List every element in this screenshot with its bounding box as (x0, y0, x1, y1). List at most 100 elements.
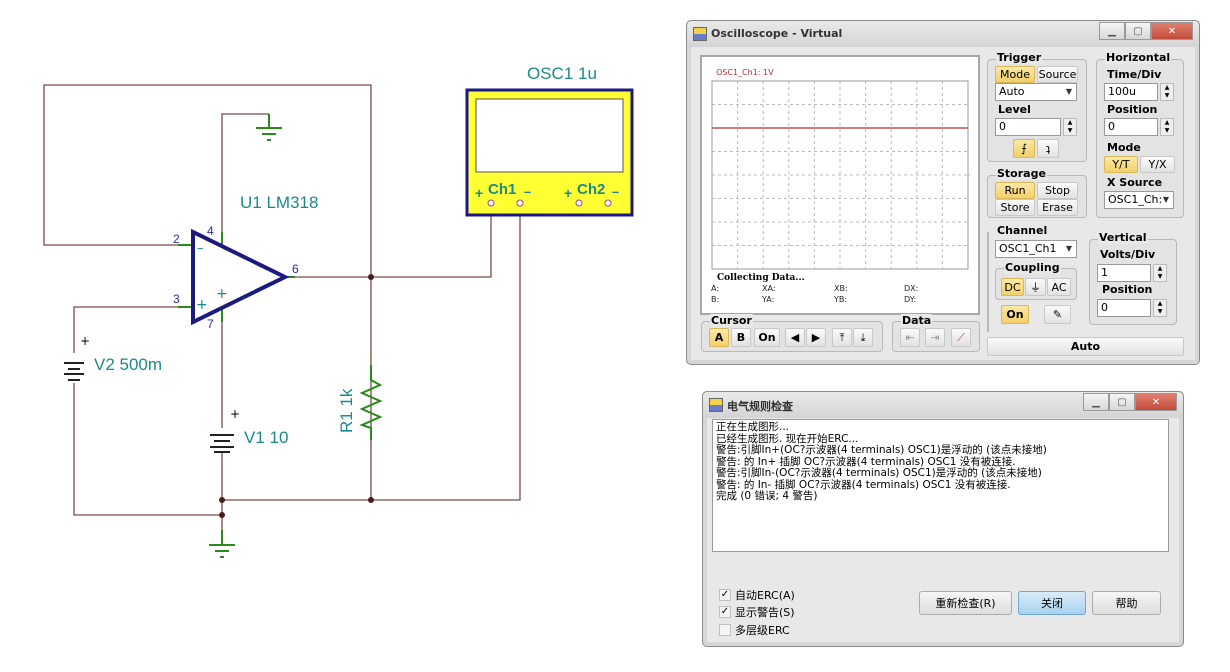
x-source-select[interactable]: OSC1_Ch: (1104, 191, 1174, 209)
yt-button[interactable]: Y/T (1104, 156, 1138, 173)
title-bar[interactable]: Oscilloscope - Virtual ▁ ▢ ✕ (687, 21, 1199, 47)
readout-a: A: (711, 284, 720, 293)
channel-on-button[interactable]: On (1001, 305, 1029, 324)
close-dialog-button[interactable]: 关闭 (1018, 591, 1086, 615)
probe-color-icon[interactable]: ✎ (1044, 305, 1071, 324)
cursor-up-icon[interactable]: ⤒ (832, 328, 852, 347)
channel-caption: OSC1_Ch1: 1V (716, 68, 774, 77)
checkbox-empty[interactable] (719, 624, 731, 636)
export-icon[interactable]: ⇥ (925, 328, 945, 347)
trigger-mode-tab[interactable]: Mode (995, 66, 1035, 83)
ground-coupling-icon[interactable]: ⏚ (1025, 278, 1046, 296)
time-div-input[interactable]: 100u (1104, 83, 1158, 101)
falling-edge-icon[interactable]: ʇ (1037, 139, 1059, 158)
readout-yb: YB: (834, 295, 848, 304)
erc-log[interactable]: 正在生成图形... 已经生成图形. 现在开始ERC... 警告:引脚In+(OC… (712, 419, 1169, 552)
store-button[interactable]: Store (995, 199, 1035, 216)
cursor-right-icon[interactable]: ▶ (806, 328, 826, 347)
checkmark-icon[interactable]: ✓ (719, 606, 731, 618)
ch1-label: Ch1 (488, 181, 516, 198)
ch1-plus: + (475, 185, 483, 201)
r1-label: R1 1k (337, 388, 356, 433)
close-button[interactable]: ✕ (1151, 22, 1193, 40)
auto-button[interactable]: Auto (987, 337, 1184, 356)
v2-label: V2 500m (94, 355, 162, 374)
pin2-label: 2 (173, 232, 180, 246)
run-button[interactable]: Run (995, 182, 1035, 199)
dc-coupling-button[interactable]: DC (1001, 278, 1024, 296)
storage-label: Storage (996, 167, 1047, 180)
coupling-label: Coupling (1004, 261, 1061, 274)
multilevel-erc-checkbox[interactable]: 多层级ERC (719, 622, 790, 638)
window-title: Oscilloscope - Virtual (711, 27, 843, 40)
volts-div-input[interactable]: 1 (1097, 264, 1151, 282)
minimize-button[interactable]: ▁ (1083, 393, 1109, 411)
checkmark-icon[interactable]: ✓ (719, 589, 731, 601)
time-div-spinner[interactable]: ▲ ▼ (1160, 83, 1174, 101)
trigger-source-tab[interactable]: Source (1037, 66, 1078, 83)
readout-ya: YA: (762, 295, 775, 304)
status-text: Collecting Data... (717, 273, 805, 283)
minimize-button[interactable]: ▁ (1099, 22, 1125, 40)
pin3-label: 3 (173, 292, 180, 306)
readout-dy: DY: (904, 295, 917, 304)
readout-dx: DX: (904, 284, 919, 293)
erase-button[interactable]: Erase (1037, 199, 1078, 216)
svg-text:+: + (196, 297, 208, 313)
battery-v1[interactable] (210, 434, 234, 453)
ground-bottom (209, 530, 235, 558)
horizontal-label: Horizontal (1105, 51, 1172, 64)
rising-edge-icon[interactable]: ⨍ (1013, 139, 1035, 158)
close-button[interactable]: ✕ (1135, 393, 1177, 411)
volts-div-spinner[interactable]: ▲ ▼ (1153, 264, 1167, 282)
trigger-level-input[interactable]: 0 (995, 118, 1061, 136)
cursor-b-button[interactable]: B (731, 328, 751, 347)
v-position-input[interactable]: 0 (1097, 299, 1151, 317)
vertical-label: Vertical (1098, 231, 1148, 244)
maximize-button[interactable]: ▢ (1125, 22, 1151, 40)
trigger-label: Trigger (996, 51, 1043, 64)
h-position-input[interactable]: 0 (1104, 118, 1158, 136)
h-position-label: Position (1107, 103, 1158, 116)
multilevel-erc-label: 多层级ERC (735, 624, 790, 637)
trigger-mode-select[interactable]: Auto (995, 83, 1077, 101)
help-button[interactable]: 帮助 (1092, 591, 1161, 615)
oscilloscope-label: OSC1 1u (527, 64, 597, 83)
auto-erc-label: 自动ERC(A) (735, 589, 795, 602)
channel-group (987, 232, 989, 332)
schematic-canvas[interactable]: – + + 2 3 4 6 7 U1 LM318 + V2 500m + V1 … (0, 0, 680, 672)
h-mode-label: Mode (1107, 141, 1141, 154)
time-div-label: Time/Div (1107, 68, 1162, 81)
stop-button[interactable]: Stop (1037, 182, 1078, 199)
battery-v2[interactable] (64, 362, 84, 381)
cursor-on-button[interactable]: On (754, 328, 780, 347)
auto-erc-checkbox[interactable]: ✓ 自动ERC(A) (719, 587, 795, 603)
readout-xa: XA: (762, 284, 776, 293)
cursor-down-icon[interactable]: ⤓ (853, 328, 873, 347)
volts-div-label: Volts/Div (1100, 248, 1156, 261)
title-bar[interactable]: 电气规则检查 ▁ ▢ ✕ (703, 392, 1183, 418)
opamp-u1[interactable]: – + + (178, 228, 295, 326)
v-position-spinner[interactable]: ▲ ▼ (1153, 299, 1167, 317)
recheck-button[interactable]: 重新检查(R) (919, 591, 1012, 615)
cursor-a-button[interactable]: A (709, 328, 729, 347)
show-warnings-checkbox[interactable]: ✓ 显示警告(S) (719, 604, 795, 620)
ac-coupling-button[interactable]: AC (1047, 278, 1071, 296)
channel-select[interactable]: OSC1_Ch1 (995, 240, 1077, 258)
v1-label: V1 10 (244, 428, 288, 447)
v2-plus: + (80, 334, 90, 348)
ch2-plus: + (564, 185, 572, 201)
maximize-button[interactable]: ▢ (1109, 393, 1135, 411)
cursor-label: Cursor (710, 314, 753, 327)
v1-plus: + (230, 407, 240, 421)
level-label: Level (998, 103, 1031, 116)
ch1-minus: – (524, 184, 531, 199)
pin7-label: 7 (207, 317, 214, 331)
cursor-left-icon[interactable]: ◀ (785, 328, 805, 347)
opamp-label: U1 LM318 (240, 193, 318, 212)
h-position-spinner[interactable]: ▲ ▼ (1160, 118, 1174, 136)
graph-icon[interactable]: ⟋ (951, 328, 971, 347)
yx-button[interactable]: Y/X (1140, 156, 1175, 173)
import-icon[interactable]: ⇤ (900, 328, 920, 347)
trigger-level-spinner[interactable]: ▲ ▼ (1063, 118, 1077, 136)
